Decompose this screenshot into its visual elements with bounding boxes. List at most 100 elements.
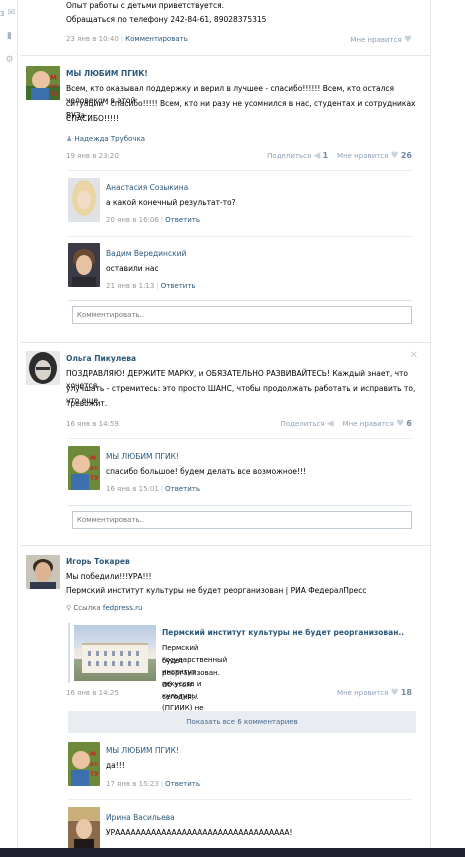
commenter-avatar[interactable]: М от ТУ [68,446,100,490]
comment-text: да!!! [106,761,125,770]
commenter-name[interactable]: Вадим Верединский [106,249,186,258]
like-button[interactable]: Мне нравится ♥ [350,35,412,45]
like-count: 18 [400,688,412,697]
reply-link[interactable]: Ответить [165,780,200,788]
heart-icon: ♥ [390,151,399,161]
share-count: 1 [322,151,329,160]
comment-date[interactable]: 21 янв в 1:13 [106,282,154,290]
attachment-thumbnail[interactable] [74,625,156,681]
notifications-badge: 3 [0,10,5,18]
post-text-line: Опыт работы с детьми приветствуется. [66,1,225,10]
link-icon: ⚲ [66,604,72,612]
comment-form: Комментировать.. [68,300,412,324]
comment-text: УРАААААААААААААААААААААААААААААААААА! [106,828,293,837]
share-label: Поделиться [280,420,325,428]
reply-link[interactable]: Ответить [165,216,200,224]
attachment-title[interactable]: Пермский институт культуры не будет реор… [162,628,404,637]
post-text-line: Пермский институт культуры не будет реор… [66,586,367,595]
comment-date[interactable]: 20 янв в 16:06 [106,216,159,224]
author-avatar[interactable] [26,555,60,589]
svg-text:ТУ: ТУ [90,475,99,482]
comment-meta: 16 янв в 15:01 | Ответить [106,485,201,493]
comment-text: а какой конечный результат-то? [106,198,236,207]
like-label: Мне нравится [337,152,389,160]
share-button[interactable]: Поделиться ◀ [280,419,334,429]
user-icon: ♟ [66,135,73,143]
comment-meta: 17 янв в 15:23 | Ответить [106,780,201,788]
post-author[interactable]: МЫ ЛЮБИМ ПГИК! [66,69,148,78]
commenter-avatar[interactable] [68,178,100,222]
heart-icon: ♥ [396,419,405,429]
post-author[interactable]: Ольга Пикулева [66,354,136,363]
svg-text:ТУ: ТУ [50,91,59,98]
like-count: 26 [400,151,412,160]
reply-link[interactable]: Ответить [165,485,200,493]
svg-text:М: М [90,455,96,462]
post-text-line: ситуации - спасибо!!!!! Всем, кто ни раз… [66,99,416,120]
commenter-name[interactable]: Ирина Васильева [106,813,175,822]
comments-divider [68,799,412,800]
like-button[interactable]: Мне нравится ♥ 6 [343,419,412,429]
post-date[interactable]: 19 янв в 23:20 [66,152,119,160]
commenter-avatar[interactable]: М от ТУ [68,742,100,786]
like-button[interactable]: Мне нравится ♥ 26 [337,151,412,161]
messages-icon[interactable]: ✉ [7,9,16,18]
commenter-name[interactable]: Анастасия Созыкина [106,183,188,192]
comment-date[interactable]: 16 янв в 15:01 [106,485,159,493]
post-text-line: Обращаться по телефону 242-84-61, 890283… [66,15,267,24]
svg-text:М: М [50,74,57,82]
commenter-name[interactable]: МЫ ЛЮБИМ ПГИК! [106,746,179,755]
attachment-desc-line: будет реорганизован. Об этом сегодня,.. [162,657,220,701]
share-button[interactable]: Поделиться ◀ 1 [267,151,329,161]
signer-name[interactable]: Надежда Трубочка [75,135,145,143]
comments-divider [68,170,412,171]
feed-right-border [430,0,431,848]
attachment-bar [68,623,70,683]
post-text-line: Мы победили!!!УРА!!! [66,572,152,581]
commenter-avatar[interactable] [68,243,100,287]
reply-link[interactable]: Ответить [161,282,196,290]
post-actions: Поделиться ◀ 1 Мне нравится ♥ 26 [267,151,412,161]
news-feed: Опыт работы с детьми приветствуется. Обр… [20,0,430,848]
settings-icon[interactable]: ⚙ [5,56,14,65]
comment-input[interactable]: Комментировать.. [72,511,412,529]
feed-post: Игорь Токарев Мы победили!!!УРА!!! Пермс… [20,547,430,848]
commenter-name[interactable]: МЫ ЛЮБИМ ПГИК! [106,452,179,461]
comment-meta: 21 янв в 1:13 | Ответить [106,282,196,290]
post-date[interactable]: 23 янв в 10:40 [66,35,119,43]
heart-icon: ♥ [403,35,412,45]
post-actions: Поделиться ◀ Мне нравится ♥ 6 [281,419,412,429]
post-text-line: СПАСИБО!!!!! [66,114,119,123]
close-icon[interactable]: ✕ [410,350,418,361]
megaphone-icon: ◀ [313,151,321,161]
svg-text:М: М [90,751,96,758]
share-label: Поделиться [267,152,312,160]
comment-text: спасибо большое! будем делать все возмож… [106,467,307,476]
author-avatar[interactable]: М от ТУ [26,66,60,100]
comments-icon[interactable]: ▮ [5,32,14,41]
post-signer[interactable]: ♟ Надежда Трубочка [66,135,145,143]
comments-divider [68,438,412,439]
comments-divider [68,236,412,237]
post-date[interactable]: 16 янв в 14:59 [66,420,119,428]
comment-input[interactable]: Комментировать.. [72,306,412,324]
author-avatar[interactable] [26,351,60,385]
like-label: Мне нравится [337,689,389,697]
post-date[interactable]: 16 янв в 14:25 [66,689,119,697]
post-text-line: улучшать - стремитесь: это просто ШАНС, … [66,384,416,405]
like-button[interactable]: Мне нравится ♥ 18 [337,688,412,698]
like-label: Мне нравится [350,36,402,44]
svg-text:от: от [90,465,98,472]
source-domain[interactable]: fedpress.ru [103,604,143,612]
heart-icon: ♥ [390,688,399,698]
comment-link[interactable]: Комментировать [125,35,188,43]
commenter-avatar[interactable] [68,807,100,848]
svg-text:от: от [90,761,98,768]
post-author[interactable]: Игорь Токарев [66,557,130,566]
feed-post: М от ТУ МЫ ЛЮБИМ ПГИК! Всем, кто оказыва… [20,57,430,343]
comment-date[interactable]: 17 янв в 15:23 [106,780,159,788]
feed-post: ✕ Ольга Пикулева ПОЗДРАВЛЯЮ! ДЕРЖИТЕ МАР… [20,344,430,546]
show-all-comments-button[interactable]: Показать все 6 комментариев [68,711,416,733]
feed-post: Опыт работы с детьми приветствуется. Обр… [20,0,430,56]
source-link[interactable]: ⚲ Ссылка fedpress.ru [66,604,142,612]
